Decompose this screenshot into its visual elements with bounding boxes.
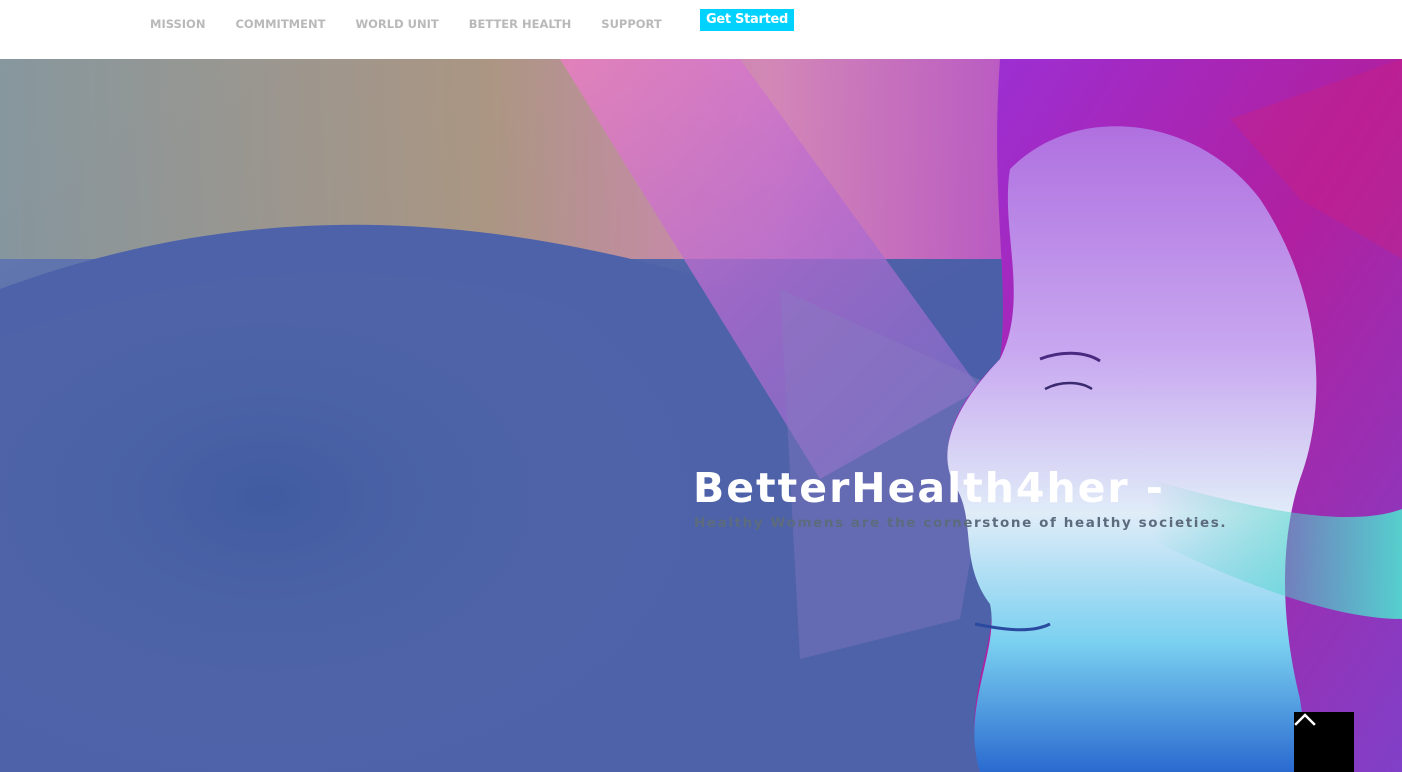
- nav-link-world-unit[interactable]: WORLD UNIT: [355, 17, 438, 31]
- nav-link-mission[interactable]: MISSION: [150, 17, 205, 31]
- hero-background-image: [0, 59, 1402, 772]
- nav-link-better-health[interactable]: BETTER HEALTH: [469, 17, 572, 31]
- get-started-button[interactable]: Get Started: [700, 9, 795, 31]
- nav-link-support[interactable]: SUPPORT: [601, 17, 661, 31]
- chevron-up-icon: [1294, 713, 1316, 726]
- nav-link-commitment[interactable]: COMMITMENT: [235, 17, 325, 31]
- top-navigation-bar: MISSION COMMITMENT WORLD UNIT BETTER HEA…: [0, 0, 1402, 59]
- nav-menu: MISSION COMMITMENT WORLD UNIT BETTER HEA…: [150, 17, 692, 31]
- hero-subtitle: Healthy Womens are the cornerstone of he…: [694, 515, 1228, 531]
- hero-title: BetterHealth4her -: [693, 464, 1165, 512]
- back-to-top-button[interactable]: [1294, 712, 1354, 772]
- hero-banner: BetterHealth4her - Healthy Womens are th…: [0, 59, 1402, 772]
